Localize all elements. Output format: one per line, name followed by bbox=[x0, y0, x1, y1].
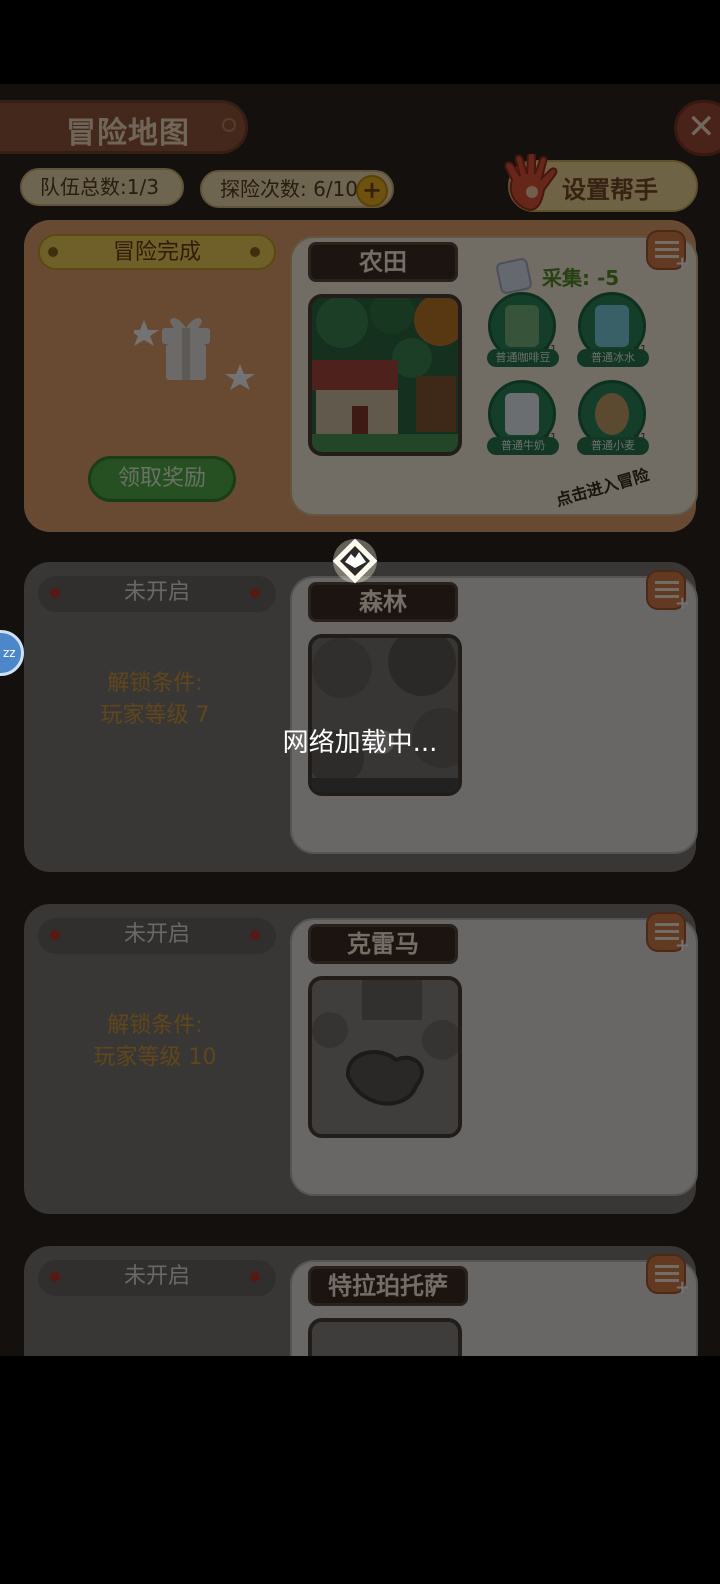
ice-water-icon bbox=[595, 305, 629, 347]
map-marker-icon bbox=[332, 538, 378, 584]
rivet-icon bbox=[250, 1272, 260, 1282]
rivet-icon bbox=[50, 930, 60, 940]
reward-wheat[interactable]: x1 普通小麦 bbox=[577, 380, 649, 455]
collect-value: 采集: -5 bbox=[542, 266, 620, 290]
adventure-card-kremna: 未开启 解锁条件: 玩家等级 10 + 克雷马 bbox=[24, 904, 698, 1214]
kremna-map-thumbnail bbox=[308, 976, 462, 1138]
forest-map-thumbnail bbox=[308, 634, 462, 796]
rivet-icon bbox=[48, 247, 58, 257]
rivet-icon bbox=[250, 247, 260, 257]
status-banner: 未开启 bbox=[38, 1260, 276, 1296]
reward-milk[interactable]: x1 普通牛奶 bbox=[487, 380, 559, 455]
tlapatosa-map-thumbnail bbox=[308, 1318, 462, 1356]
status-banner: 冒险完成 bbox=[38, 234, 276, 270]
milk-icon bbox=[505, 393, 539, 435]
rivet-icon bbox=[50, 1272, 60, 1282]
map-name-plate: 克雷马 bbox=[308, 924, 458, 964]
map-name-plate: 特拉珀托萨 bbox=[308, 1266, 468, 1306]
farmland-map-thumbnail bbox=[308, 294, 462, 456]
map-name-plate: 森林 bbox=[308, 582, 458, 622]
claim-reward-button[interactable]: 领取奖励 bbox=[88, 456, 236, 502]
map-panel-farmland[interactable]: + 农田 采集: -5 x1 bbox=[290, 230, 698, 516]
bottom-blank-area bbox=[0, 1356, 720, 1584]
page-title: 冒险地图 bbox=[66, 116, 190, 151]
wheat-icon bbox=[595, 393, 629, 435]
rivet-icon bbox=[250, 588, 260, 598]
status-banner: 未开启 bbox=[38, 918, 276, 954]
set-helper-label: 设置帮手 bbox=[562, 176, 658, 204]
adventure-card-farmland: 冒险完成 领取奖励 + 农田 采集: -5 普通咖啡豆 普通冰水 普通牛奶 普通… bbox=[24, 220, 698, 532]
unlock-condition-title: 解锁条件: bbox=[107, 671, 203, 696]
team-add-badge[interactable]: + bbox=[646, 230, 690, 274]
adventure-map-screen: 冒险地图 ✕ 队伍总数:1/3 探险次数: 6/10 + 设置帮手 冒险完成 领… bbox=[0, 84, 720, 1356]
map-panel-tlapatosa[interactable]: + 特拉珀托萨 bbox=[290, 1254, 698, 1356]
coffee-bean-icon bbox=[505, 305, 539, 347]
unlock-condition-level: 玩家等级 10 bbox=[93, 1045, 217, 1070]
rivet-icon bbox=[50, 588, 60, 598]
reward-coffee-bean[interactable]: x1 普通咖啡豆 bbox=[487, 292, 559, 367]
adventure-card-forest: 未开启 解锁条件: 玩家等级 7 + 森林 bbox=[24, 562, 698, 872]
gift-icon bbox=[134, 318, 254, 390]
rivet-icon bbox=[250, 930, 260, 940]
status-banner: 未开启 bbox=[38, 576, 276, 612]
map-panel-forest[interactable]: + 森林 bbox=[290, 570, 698, 854]
unlock-condition-title: 解锁条件: bbox=[107, 1013, 203, 1038]
map-name-plate: 农田 bbox=[308, 242, 458, 282]
team-add-badge[interactable]: + bbox=[646, 912, 690, 956]
enter-adventure-hint[interactable]: 点击进入冒险 bbox=[553, 461, 652, 511]
team-add-badge[interactable]: + bbox=[646, 1254, 690, 1298]
loading-text: 网络加载中... bbox=[282, 728, 438, 758]
dice-icon bbox=[495, 257, 533, 295]
title-ornament-icon bbox=[222, 118, 236, 132]
hand-icon bbox=[504, 154, 558, 212]
team-add-badge[interactable]: + bbox=[646, 570, 690, 614]
add-explore-button[interactable]: + bbox=[356, 175, 388, 207]
close-button[interactable]: ✕ bbox=[674, 100, 720, 156]
map-panel-kremna[interactable]: + 克雷马 bbox=[290, 912, 698, 1196]
adventure-card-tlapatosa: 未开启 + 特拉珀托萨 bbox=[24, 1246, 698, 1356]
team-total-pill: 队伍总数:1/3 bbox=[20, 168, 184, 206]
reward-ice-water[interactable]: x1 普通冰水 bbox=[577, 292, 649, 367]
